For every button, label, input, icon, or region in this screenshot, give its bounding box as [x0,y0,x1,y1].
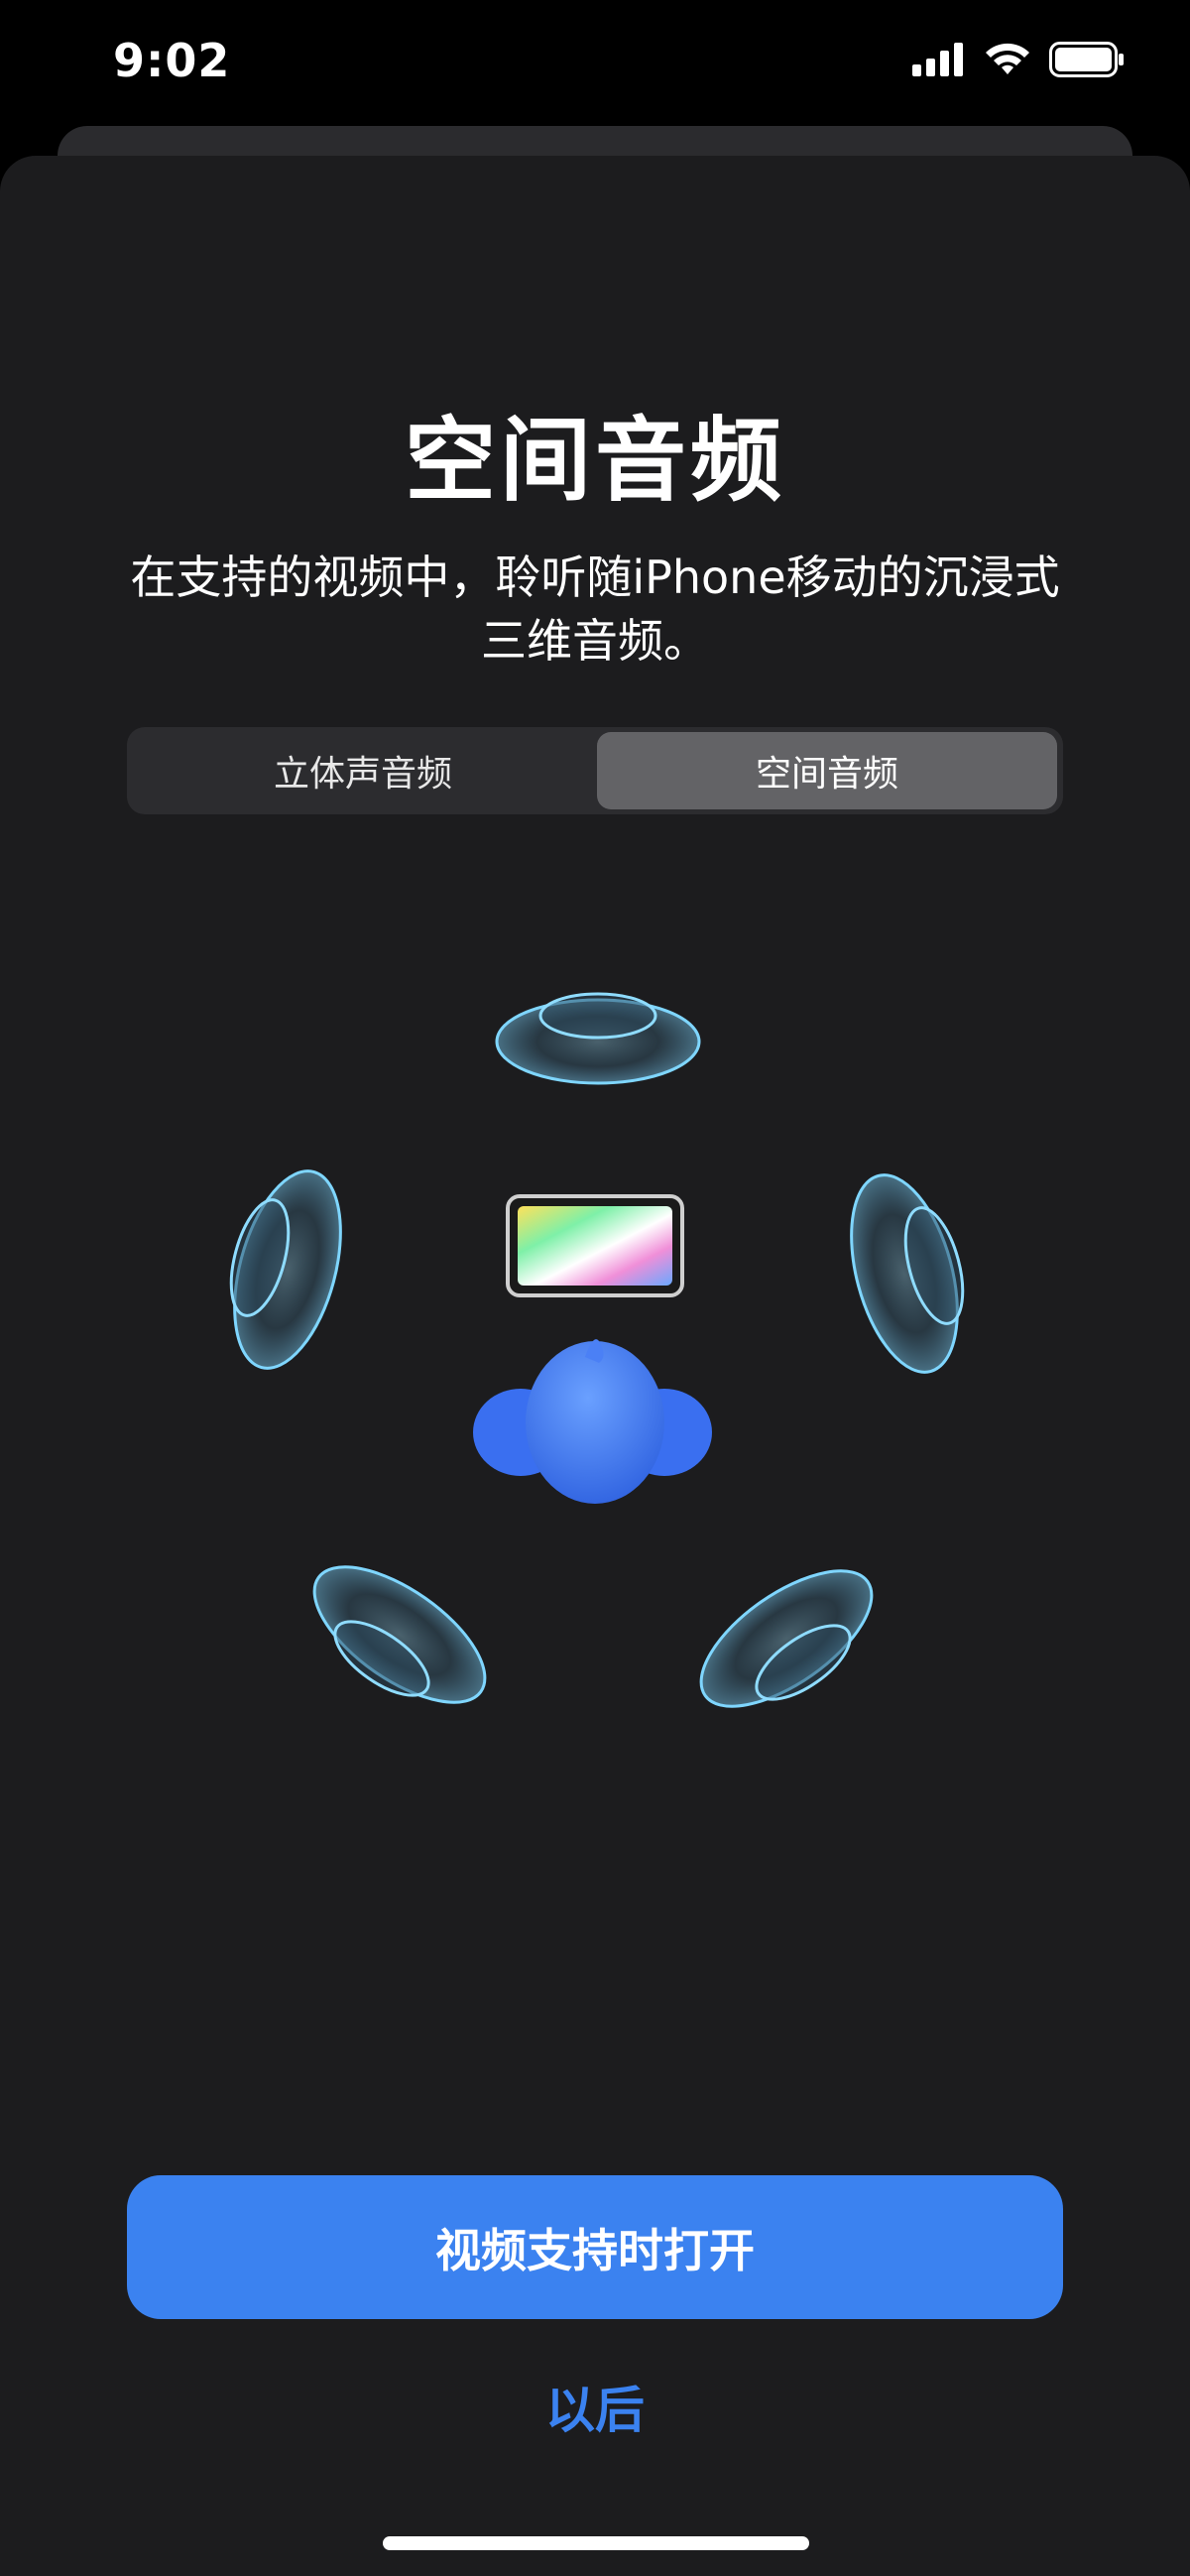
status-icons [912,42,1125,77]
speaker-icon [495,992,701,1085]
cellular-signal-icon [912,43,963,76]
enable-when-supported-button[interactable]: 视频支持时打开 [127,2175,1063,2319]
later-button[interactable]: 以后 [446,2371,744,2442]
segment-stereo-audio[interactable]: 立体声音频 [133,732,593,809]
listener-head-icon [473,1339,712,1504]
wifi-icon [986,43,1029,74]
speaker-icon [850,1173,965,1374]
speaker-icon [312,1565,487,1704]
speaker-icon [229,1169,342,1370]
tablet-screen-icon [506,1194,684,1297]
page-subtitle: 在支持的视频中，聆听随iPhone移动的沉浸式三维音频。 [130,551,1060,668]
home-indicator[interactable] [383,2536,809,2550]
spatial-audio-illustration [229,992,965,1708]
segment-spatial-audio[interactable]: 空间音频 [597,732,1057,809]
status-bar: 9:02 [0,0,1190,129]
audio-mode-segmented-control: 立体声音频 空间音频 [127,727,1063,814]
status-time: 9:02 [113,34,231,87]
page-title: 空间音频 [404,408,785,514]
speaker-icon [699,1569,874,1708]
battery-icon [1049,42,1124,77]
